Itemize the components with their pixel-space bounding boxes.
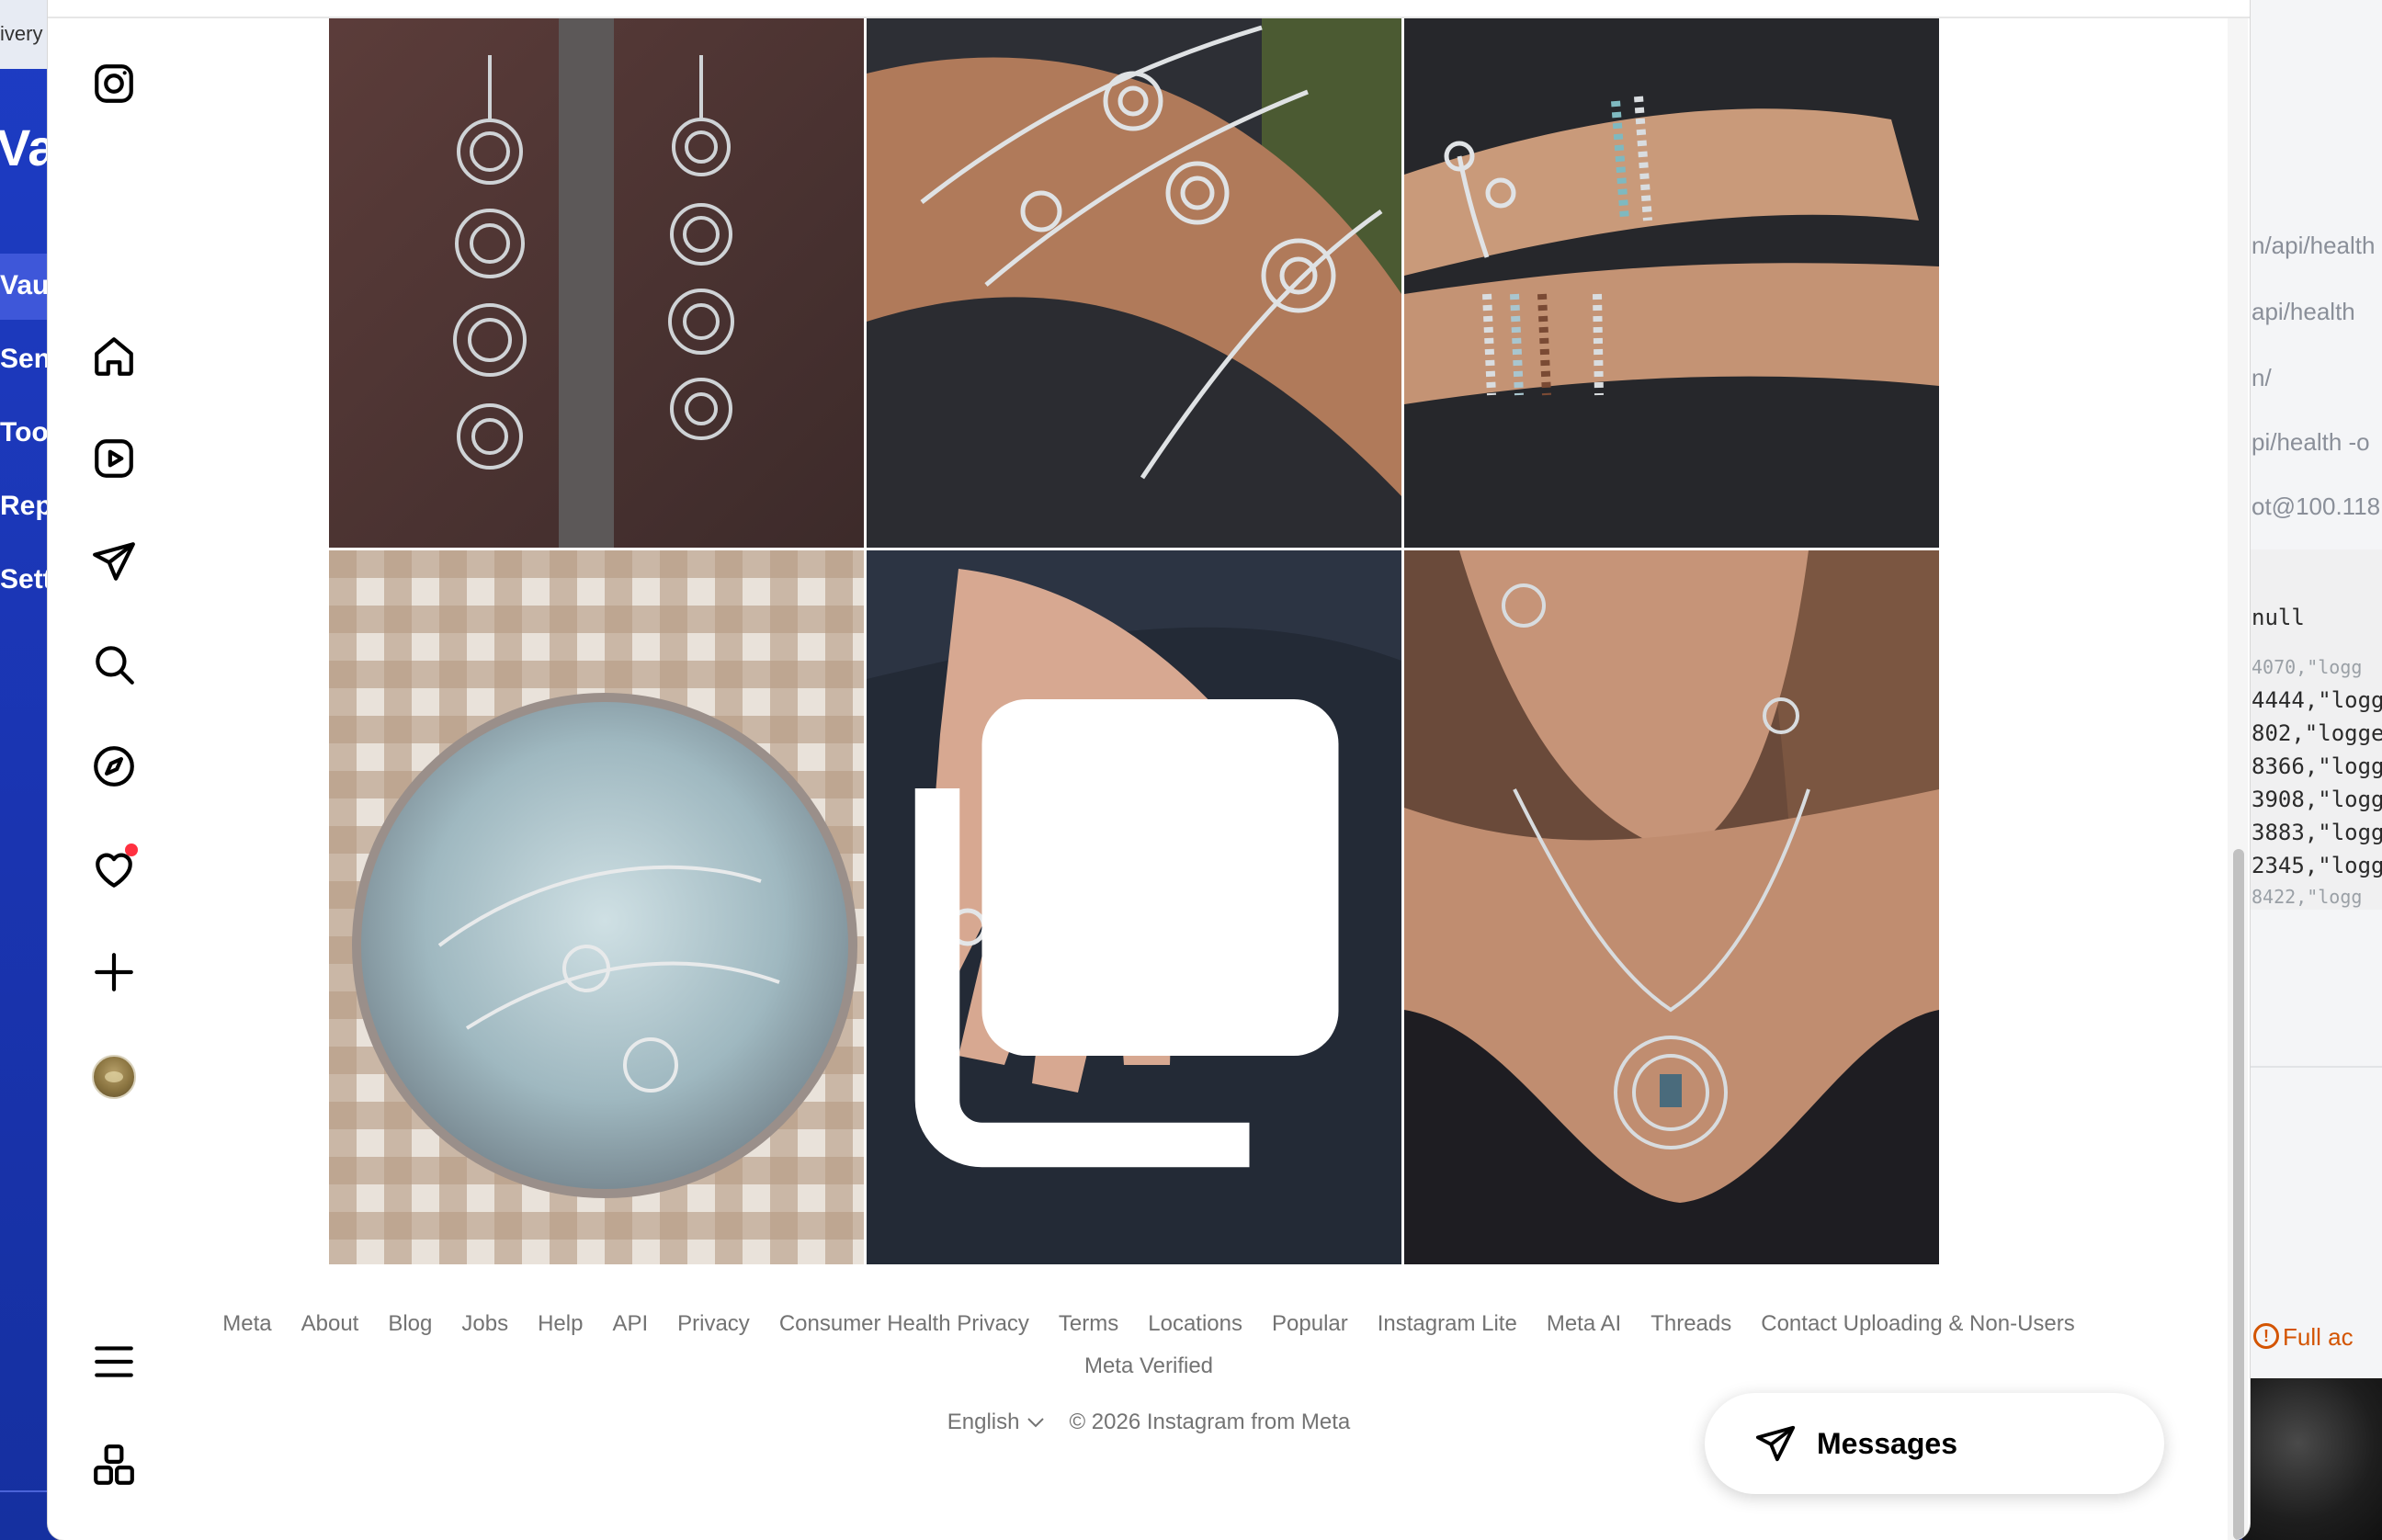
post-image (329, 18, 864, 548)
code-line: 2345,"logg (2252, 853, 2382, 878)
background-nav-item[interactable]: Setti (0, 548, 55, 614)
warning-icon: ! (2253, 1323, 2279, 1349)
background-command: n/api/health (2252, 232, 2376, 259)
code-line: 8366,"logg (2252, 753, 2382, 779)
post-thumbnail[interactable] (329, 550, 864, 1264)
post-thumbnail[interactable] (1404, 550, 1939, 1264)
background-app-right: n/api/health api/health n/ pi/health -o … (2242, 0, 2382, 1540)
footer-link-jobs[interactable]: Jobs (461, 1311, 508, 1337)
background-command: api/health (2252, 298, 2355, 325)
post-image (1404, 550, 1939, 1264)
code-line: null (2252, 605, 2305, 630)
footer-link-blog[interactable]: Blog (388, 1311, 432, 1337)
messages-button[interactable]: Messages (1705, 1393, 2164, 1494)
messages-label: Messages (1817, 1426, 1957, 1460)
background-tab-strip: ivery (0, 0, 55, 69)
post-thumbnail[interactable] (329, 18, 864, 548)
code-line: 3908,"logg (2252, 787, 2382, 812)
direct-send-icon (1755, 1425, 1796, 1462)
footer-link-consumer-health-privacy[interactable]: Consumer Health Privacy (779, 1311, 1029, 1337)
footer-link-locations[interactable]: Locations (1148, 1311, 1242, 1337)
post-thumbnail[interactable] (867, 18, 1401, 548)
notification-dot (125, 844, 138, 856)
footer-link-threads[interactable]: Threads (1650, 1311, 1731, 1337)
reels-icon[interactable] (88, 433, 140, 484)
footer-link-api[interactable]: API (612, 1311, 648, 1337)
also-from-meta-icon[interactable] (88, 1439, 140, 1490)
background-photo (2242, 1378, 2382, 1540)
language-selector[interactable]: English (947, 1410, 1046, 1435)
background-command: ot@100.118. (2252, 493, 2382, 520)
search-icon[interactable] (88, 639, 140, 690)
background-nav-item[interactable]: Send (0, 327, 55, 393)
background-command: n/ (2252, 364, 2272, 391)
background-status[interactable]: Full ac (2283, 1323, 2354, 1352)
footer-link-meta-verified[interactable]: Meta Verified (1084, 1353, 1213, 1379)
code-line: 4444,"logg (2252, 687, 2382, 713)
background-app-left: ivery Vau Vaul Send Tool Repo Setti (0, 0, 55, 1540)
explore-compass-icon[interactable] (88, 741, 140, 792)
footer-link-help[interactable]: Help (538, 1311, 583, 1337)
profile-avatar[interactable] (92, 1055, 136, 1099)
scrollbar-thumb[interactable] (2233, 849, 2244, 1540)
footer-link-privacy[interactable]: Privacy (677, 1311, 750, 1337)
heart-notifications-icon[interactable] (88, 844, 140, 895)
background-code-block: null 4070,"logg 4444,"logg 802,"logge 83… (2242, 549, 2382, 910)
instagram-window: Meta About Blog Jobs Help API Privacy Co… (48, 0, 2250, 1540)
direct-send-icon[interactable] (88, 536, 140, 587)
chevron-down-icon (1027, 1418, 1045, 1428)
code-line: 802,"logge (2252, 720, 2382, 746)
footer-links: Meta About Blog Jobs Help API Privacy Co… (48, 1303, 2250, 1387)
footer-link-about[interactable]: About (301, 1311, 359, 1337)
background-nav-item[interactable]: Vaul (0, 254, 55, 320)
background-command: pi/health -o (2252, 428, 2370, 456)
footer-link-terms[interactable]: Terms (1059, 1311, 1118, 1337)
create-plus-icon[interactable] (88, 946, 140, 998)
footer-links-row: Meta About Blog Jobs Help API Privacy Co… (48, 1303, 2250, 1345)
post-image (329, 550, 864, 1264)
background-tab-label: ivery (0, 22, 43, 45)
background-divider (0, 1490, 55, 1492)
post-thumbnail[interactable] (867, 550, 1401, 1264)
footer-link-popular[interactable]: Popular (1272, 1311, 1348, 1337)
post-image (1404, 18, 1939, 548)
background-brand: Vau (0, 119, 55, 176)
home-icon[interactable] (88, 331, 140, 382)
footer-link-meta[interactable]: Meta (222, 1311, 271, 1337)
multiple-photos-icon (914, 699, 1339, 1168)
language-label: English (947, 1410, 1020, 1434)
background-nav-item[interactable]: Tool (0, 401, 55, 467)
footer-link-meta-ai[interactable]: Meta AI (1547, 1311, 1621, 1337)
footer-link-contact-uploading[interactable]: Contact Uploading & Non-Users (1761, 1311, 2075, 1337)
post-thumbnail[interactable] (1404, 18, 1939, 548)
code-line: 4070,"logg (2252, 656, 2363, 678)
background-nav-item[interactable]: Repo (0, 474, 55, 540)
background-divider (2242, 1066, 2382, 1068)
footer-links-row: Meta Verified (48, 1345, 2250, 1387)
code-line: 3883,"logg (2252, 820, 2382, 845)
code-line: 8422,"logg (2252, 886, 2363, 908)
instagram-logo-icon[interactable] (88, 58, 140, 109)
copyright: © 2026 Instagram from Meta (1069, 1410, 1351, 1434)
post-image (867, 18, 1401, 548)
footer-link-instagram-lite[interactable]: Instagram Lite (1378, 1311, 1517, 1337)
post-grid (329, 18, 1939, 1264)
